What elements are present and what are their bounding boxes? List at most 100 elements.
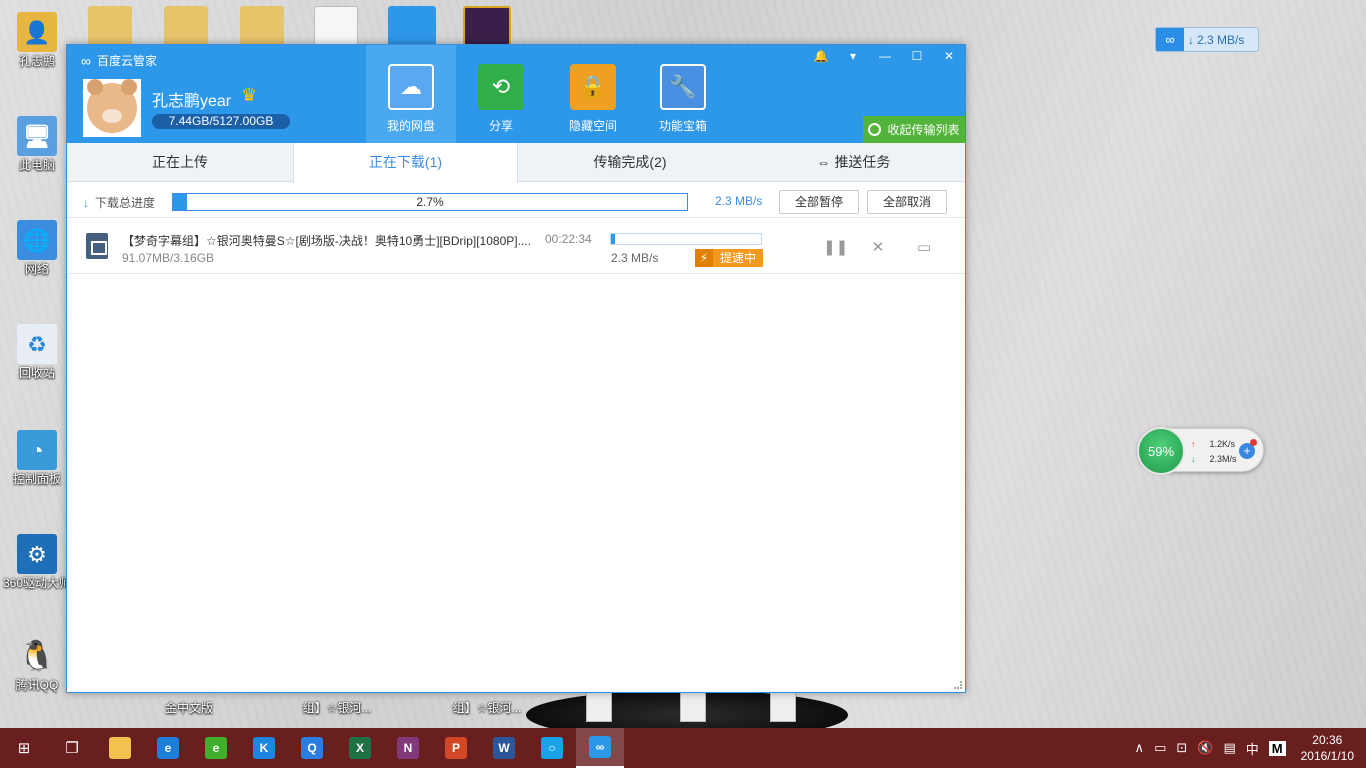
resize-grip-icon[interactable] <box>954 681 962 689</box>
baidu-cloud-icon: ∞ <box>589 736 611 758</box>
tab-push-tasks[interactable]: ⇔ 推送任务 <box>742 143 965 182</box>
cancel-all-button[interactable]: 全部取消 <box>867 190 947 214</box>
nav-toolbox[interactable]: 🔧 功能宝箱 <box>638 45 728 143</box>
user-folder-icon: 👤 <box>17 12 57 52</box>
desktop-icon-partial-label[interactable]: 金中文版 <box>152 701 226 716</box>
taskbar-app[interactable]: N <box>384 728 432 768</box>
kugou-icon: K <box>253 737 275 759</box>
volume-muted-icon[interactable]: 🔇 <box>1197 740 1213 756</box>
desktop-icon-qq[interactable]: 🐧 腾讯QQ <box>0 636 74 693</box>
document-icon[interactable] <box>314 6 358 46</box>
desktop-icon-partial-label[interactable]: 组】☆银河... <box>300 701 374 716</box>
nav-hidden-space[interactable]: 🔒 隐藏空间 <box>548 45 638 143</box>
taskbar-app[interactable]: e <box>144 728 192 768</box>
task-view-button[interactable]: ❐ <box>48 728 96 768</box>
open-folder-icon[interactable]: ▭ <box>915 238 933 256</box>
edge-icon: e <box>157 737 179 759</box>
task-size: 91.07MB/3.16GB <box>122 251 215 265</box>
desktop-icon-label: 组】☆银河... <box>302 701 372 715</box>
desktop-icon-network[interactable]: 🌐 网络 <box>0 220 74 277</box>
total-speed: 2.3 MB/s <box>715 194 763 208</box>
start-button[interactable]: ⊞ <box>0 728 48 768</box>
action-center-icon[interactable]: ▤ <box>1223 740 1235 756</box>
total-progress-percent: 2.7% <box>416 195 444 209</box>
menu-dropdown-icon[interactable]: ▾ <box>837 45 869 67</box>
taskbar-app[interactable]: K <box>240 728 288 768</box>
pause-all-button[interactable]: 全部暂停 <box>779 190 859 214</box>
taskbar-app[interactable] <box>96 728 144 768</box>
avatar[interactable] <box>83 79 141 137</box>
taskbar-app[interactable]: Q <box>288 728 336 768</box>
boost-badge[interactable]: ⚡ 提速中 <box>695 249 763 267</box>
chevron-up-icon[interactable]: ∧ <box>1135 740 1145 756</box>
floating-speed-widget[interactable]: ∞ ↓ 2.3 MB/s <box>1155 27 1259 52</box>
upload-rate: 1.2K/s <box>1209 439 1236 449</box>
toolbox-icon: 🔧 <box>660 64 706 110</box>
baidu-cloud-shortcut-icon[interactable] <box>388 6 436 46</box>
driver-master-icon: ⚙ <box>17 534 57 574</box>
cancel-icon[interactable]: ✕ <box>869 238 887 256</box>
desktop-icon-control-panel[interactable]: ◔ 控制面板 <box>0 430 74 487</box>
download-task-row[interactable]: 【梦奇字幕组】☆银河奥特曼S☆[剧场版-决战！奥特10勇士][BDrip][10… <box>67 219 965 274</box>
tab-completed[interactable]: 传输完成(2) <box>518 143 742 182</box>
desktop-icon-driver-master[interactable]: ⚙ 360驱动大师 <box>0 534 74 591</box>
folder-icon[interactable] <box>240 6 284 46</box>
network-tray-icon[interactable]: ⊡ <box>1176 740 1187 756</box>
taskbar-app[interactable]: ○ <box>528 728 576 768</box>
wallpaper-stool-leg <box>680 690 706 722</box>
pause-icon[interactable]: ❚❚ <box>823 238 848 256</box>
taskbar-app[interactable]: P <box>432 728 480 768</box>
desktop-icon-partial-label[interactable]: 组】☆银河... <box>450 701 524 716</box>
ime-indicator[interactable]: 中 <box>1246 739 1259 758</box>
taskbar: ⊞ ❐ e e K Q X N P W ○ ∞ ∧ ▭ ⊡ 🔇 ▤ 中 M 20:36 2016/… <box>0 728 1366 768</box>
clock-time: 20:36 <box>1312 733 1343 747</box>
acceleration-ball-widget[interactable]: 59% ↑ 1.2K/s ↓ 2.3M/s + <box>1137 427 1264 475</box>
tab-downloading[interactable]: 正在下载(1) <box>293 143 518 183</box>
cloud-drive-icon: ☁ <box>388 64 434 110</box>
desktop-icon-label: 孔志鹏 <box>18 54 55 68</box>
storage-quota: 7.44GB/5127.00GB <box>152 114 290 129</box>
ime-mode-indicator[interactable]: M <box>1268 740 1286 756</box>
taskbar-app[interactable]: ∞ <box>576 728 624 768</box>
folder-icon[interactable] <box>164 6 208 46</box>
collapse-transfer-list-button[interactable]: 收起传输列表 <box>863 116 965 143</box>
share-icon: ⟲ <box>478 64 524 110</box>
clock[interactable]: 20:36 2016/1/10 <box>1301 732 1354 764</box>
taskbar-app[interactable]: e <box>192 728 240 768</box>
bell-icon[interactable]: 🔔 <box>805 45 837 67</box>
file-explorer-icon <box>109 737 131 759</box>
crown-icon[interactable]: ♛ <box>241 85 257 106</box>
minimize-button[interactable]: — <box>869 45 901 67</box>
control-panel-icon: ◔ <box>17 430 57 470</box>
taskbar-app[interactable]: W <box>480 728 528 768</box>
user-name[interactable]: 孔志鹏year <box>152 87 231 111</box>
app-header: ∞ 百度云管家 🔔 ▾ — ☐ ✕ 孔志鹏year ♛ 7.44GB/5127.… <box>67 45 965 143</box>
nav-my-drive[interactable]: ☁ 我的网盘 <box>366 45 456 143</box>
nav-label: 我的网盘 <box>386 119 435 133</box>
desktop-icon-this-pc[interactable]: 🖥 此电脑 <box>0 116 74 173</box>
qq-browser-icon: Q <box>301 737 323 759</box>
nav-share[interactable]: ⟲ 分享 <box>456 45 546 143</box>
tab-push-label: 推送任务 <box>834 154 891 170</box>
task-speed: 2.3 MB/s <box>611 251 659 265</box>
wallpaper-stool-leg <box>770 690 796 722</box>
desktop-icon-user-folder[interactable]: 👤 孔志鹏 <box>0 12 74 69</box>
folder-icon[interactable] <box>88 6 132 46</box>
maximize-button[interactable]: ☐ <box>901 45 933 67</box>
battery-icon[interactable]: ▭ <box>1154 740 1166 756</box>
baidu-cloud-window: ∞ 百度云管家 🔔 ▾ — ☐ ✕ 孔志鹏year ♛ 7.44GB/5127.… <box>66 44 966 693</box>
download-arrow-icon: ↓ <box>83 196 89 210</box>
bear-avatar-icon <box>87 79 137 133</box>
notification-dot <box>1250 439 1257 446</box>
network-icon: 🌐 <box>17 220 57 260</box>
game-shortcut-icon[interactable] <box>463 6 511 46</box>
taskbar-app[interactable]: X <box>336 728 384 768</box>
download-arrow-icon: ↓ <box>1188 32 1194 47</box>
memory-usage-ball[interactable]: 59% <box>1137 427 1185 475</box>
circle-icon <box>868 123 882 136</box>
desktop-icon-recycle-bin[interactable]: ♻ 回收站 <box>0 324 74 381</box>
total-progress-bar: 2.7% <box>172 193 688 211</box>
tab-uploading[interactable]: 正在上传 <box>67 143 293 182</box>
360-browser-icon: e <box>205 737 227 759</box>
close-button[interactable]: ✕ <box>933 45 965 67</box>
